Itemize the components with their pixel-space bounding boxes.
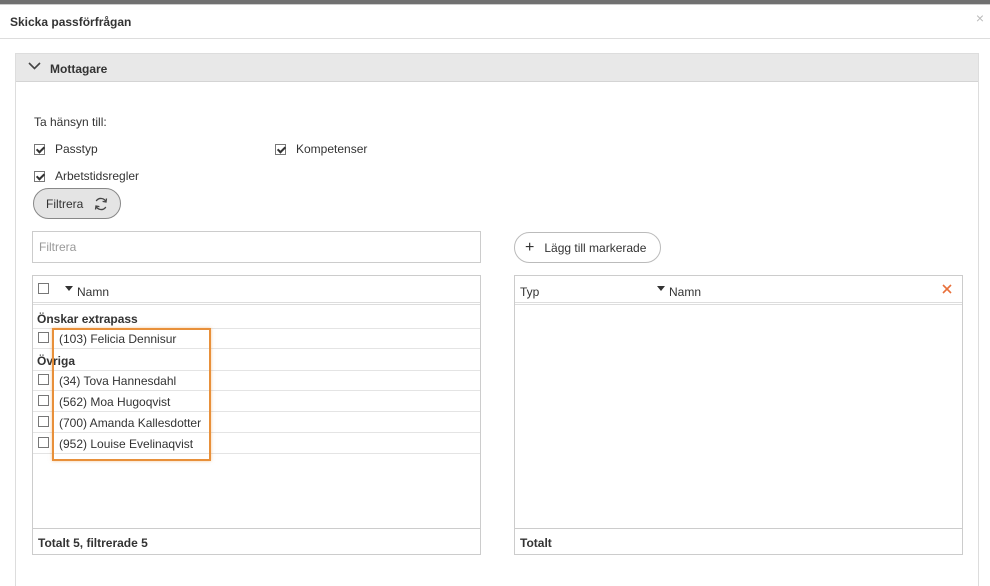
column-header-name[interactable]: Namn [77, 285, 109, 299]
available-list-footer: Totalt 5, filtrerade 5 [32, 528, 481, 555]
column-header-name[interactable]: Namn [669, 285, 701, 299]
arbetstidsregler-checkbox[interactable] [34, 170, 45, 182]
filter-button-label: Filtrera [46, 196, 84, 211]
available-list-header: Namn [33, 276, 480, 305]
employee-name: (103) Felicia Dennisur [59, 332, 177, 346]
kompetenser-label: Kompetenser [296, 142, 368, 156]
group-title-others: Övriga [37, 354, 76, 368]
kompetenser-checkbox[interactable] [275, 143, 286, 155]
available-recipients-list: Namn Önskar extrapass (103) Felicia Denn… [32, 275, 481, 555]
row-checkbox[interactable] [38, 395, 49, 406]
list-item[interactable]: (562) Moa Hugoqvist [33, 391, 480, 412]
group-title-wants-extra: Önskar extrapass [37, 312, 138, 326]
arbetstidsregler-label: Arbetstidsregler [55, 169, 140, 183]
recipients-panel-header[interactable]: Mottagare [16, 54, 978, 82]
filter-input[interactable] [32, 231, 481, 263]
list-item[interactable]: (700) Amanda Kallesdotter [33, 412, 480, 433]
close-icon[interactable] [942, 284, 952, 294]
passtyp-checkbox[interactable] [34, 143, 45, 155]
checkbox-kompetenser[interactable]: Kompetenser [275, 142, 367, 156]
plus-icon: + [525, 238, 535, 256]
row-checkbox[interactable] [38, 416, 49, 427]
consider-label: Ta hänsyn till: [34, 115, 107, 129]
add-selected-button[interactable]: + Lägg till markerade [514, 232, 661, 263]
recipients-panel-title: Mottagare [50, 62, 108, 76]
employee-name: (700) Amanda Kallesdotter [59, 416, 202, 430]
selected-list-header: Typ Namn [515, 276, 962, 305]
list-item[interactable]: (34) Tova Hannesdahl [33, 370, 480, 391]
dialog-header: Skicka passförfrågan × [0, 5, 990, 39]
list-item[interactable]: (952) Louise Evelinaqvist [33, 433, 480, 454]
sort-caret-icon[interactable] [65, 286, 73, 291]
filter-button[interactable]: Filtrera [33, 188, 121, 219]
list-item[interactable]: (103) Felicia Dennisur [33, 328, 480, 349]
checkbox-passtyp[interactable]: Passtyp [34, 142, 98, 156]
chevron-down-icon [28, 62, 41, 70]
dialog-title: Skicka passförfrågan [10, 15, 132, 29]
close-icon[interactable]: × [976, 10, 984, 26]
employee-name: (952) Louise Evelinaqvist [59, 437, 194, 451]
selected-recipients-list: Typ Namn [514, 275, 963, 555]
employee-name: (562) Moa Hugoqvist [59, 395, 171, 409]
employee-name: (34) Tova Hannesdahl [59, 374, 177, 388]
row-checkbox[interactable] [38, 332, 49, 343]
passtyp-label: Passtyp [55, 142, 98, 156]
sort-caret-icon[interactable] [657, 286, 665, 291]
refresh-icon [95, 197, 108, 210]
row-checkbox[interactable] [38, 374, 49, 385]
select-all-checkbox[interactable] [38, 283, 49, 294]
row-checkbox[interactable] [38, 437, 49, 448]
selected-list-footer: Totalt [514, 528, 963, 555]
column-header-type[interactable]: Typ [520, 285, 539, 299]
recipients-panel: Mottagare Ta hänsyn till: Passtyp Kompet… [15, 53, 979, 586]
checkbox-arbetstidsregler[interactable]: Arbetstidsregler [34, 169, 139, 183]
add-selected-label: Lägg till markerade [544, 240, 647, 255]
send-shift-request-dialog: Skicka passförfrågan × Mottagare Ta häns… [0, 4, 990, 586]
